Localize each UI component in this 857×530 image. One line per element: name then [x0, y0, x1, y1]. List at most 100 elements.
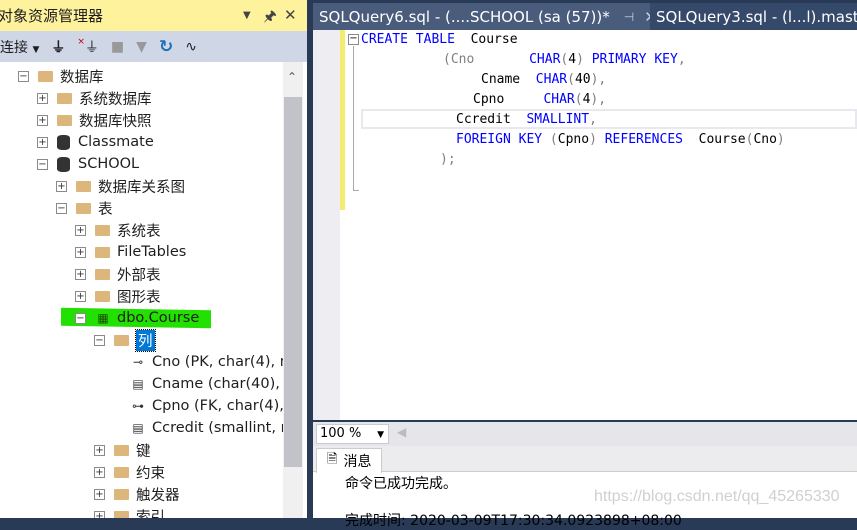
sql-editor[interactable]: − CREATE TABLE Course (Cno CHAR(4) PRIMAR…: [313, 30, 857, 420]
scroll-up-icon[interactable]: ⌃: [287, 70, 297, 84]
change-marker: [340, 30, 345, 210]
expand-toggle-icon[interactable]: +: [75, 224, 86, 236]
collapse-icon[interactable]: −: [348, 34, 359, 45]
message-line: 命令已成功完成。: [345, 476, 457, 492]
scroll-left-icon[interactable]: ◀: [397, 425, 406, 439]
tree-item[interactable]: + 图形表: [75, 285, 161, 307]
tree-item[interactable]: + 外部表: [75, 263, 161, 285]
refresh-icon[interactable]: ↻: [159, 37, 173, 57]
code-token: Course: [682, 132, 746, 147]
tree-item-label: 键: [136, 443, 151, 460]
connect-plug-icon[interactable]: ⏚: [51, 37, 65, 57]
object-explorer-panel: 对象资源管理器 ▼ 🖈 ✕ 连接 ▼ ⏚ ×⏚ ■ ▼ ↻ ∿ − 数据库 + 系统数…: [0, 0, 307, 518]
tree-item[interactable]: ▤ Ccredit (smallint, r: [130, 417, 283, 439]
tree-item[interactable]: − 表: [56, 197, 113, 219]
tab-sqlquery6[interactable]: SQLQuery6.sql - (....SCHOOL (sa (57))* ⊣…: [313, 3, 650, 30]
folder-icon: [57, 92, 72, 104]
expand-toggle-icon[interactable]: +: [94, 488, 105, 500]
expand-toggle-icon[interactable]: +: [37, 114, 48, 126]
close-icon[interactable]: ✕: [284, 6, 297, 24]
pin-icon[interactable]: 🖈: [263, 6, 277, 31]
tree-item[interactable]: + 系统数据库: [37, 87, 152, 109]
tree-item-label: Ccredit (smallint, r: [152, 420, 283, 436]
code-token: SMALLINT: [510, 112, 590, 127]
expand-toggle-icon[interactable]: +: [75, 268, 86, 280]
expand-toggle-icon[interactable]: +: [75, 290, 86, 302]
tree-item[interactable]: + Classmate: [37, 131, 154, 153]
code-token: 4: [568, 52, 577, 67]
tree-item-label: 索引: [136, 509, 165, 519]
tree-item[interactable]: + 索引: [94, 505, 165, 518]
vertical-scrollbar[interactable]: ⌃: [283, 62, 303, 518]
tree-item-label: Classmate: [78, 134, 154, 150]
collapse-toggle-icon[interactable]: −: [75, 312, 86, 324]
code-token: Cno: [753, 132, 777, 147]
tab-label: SQLQuery3.sql - (l...l).master: [656, 7, 857, 26]
code-line: CREATE TABLE Course: [361, 30, 518, 50]
code-token: (: [574, 92, 583, 107]
code-token: CREATE TABLE: [361, 32, 455, 47]
expand-toggle-icon[interactable]: +: [94, 444, 105, 456]
code-token: );: [440, 152, 456, 167]
expand-toggle-icon[interactable]: +: [37, 92, 48, 104]
code-token: Course: [454, 32, 518, 47]
zoom-select[interactable]: 100 % ▼: [316, 424, 389, 444]
tree-item[interactable]: − 列: [94, 328, 156, 352]
scroll-thumb[interactable]: [284, 97, 302, 467]
tree-item[interactable]: + 数据库快照: [37, 109, 152, 131]
tree-item-label: 系统表: [117, 223, 161, 240]
expand-toggle-icon[interactable]: +: [94, 466, 105, 478]
tree-item-label: 数据库关系图: [98, 179, 185, 196]
code-token: (Cno: [443, 52, 475, 67]
expand-toggle-icon[interactable]: +: [94, 510, 105, 518]
results-tabbar: 🗎 消息: [313, 446, 857, 473]
activity-monitor-icon[interactable]: ∿: [185, 39, 197, 55]
outline-end: [353, 190, 359, 191]
tree-item[interactable]: + 约束: [94, 461, 165, 483]
tree-item-label: 列: [135, 328, 156, 352]
stop-icon[interactable]: ■: [111, 39, 124, 55]
tree-item[interactable]: + 数据库关系图: [56, 175, 185, 197]
tree-item-label: 系统数据库: [79, 91, 152, 108]
collapse-toggle-icon[interactable]: −: [94, 334, 105, 346]
tree-item[interactable]: + FileTables: [75, 241, 186, 263]
tree-item[interactable]: − 数据库: [18, 65, 104, 87]
tree-item[interactable]: − SCHOOL: [37, 153, 139, 175]
collapse-toggle-icon[interactable]: −: [37, 158, 48, 170]
tree-item[interactable]: + 系统表: [75, 219, 161, 241]
code-token: ),: [590, 72, 607, 87]
code-token: Cname: [481, 72, 521, 87]
expand-toggle-icon[interactable]: +: [75, 246, 86, 258]
tree-item[interactable]: + 触发器: [94, 483, 180, 505]
tree-item[interactable]: ⊸ Cno (PK, char(4), n: [130, 351, 283, 373]
connect-button[interactable]: 连接 ▼: [0, 37, 39, 57]
tab-messages[interactable]: 🗎 消息: [316, 448, 382, 473]
tree-item-label: dbo.Course: [117, 310, 200, 326]
dropdown-icon[interactable]: ▼: [243, 10, 251, 21]
tree-item-label: SCHOOL: [78, 156, 140, 172]
code-line: FOREIGN KEY (Cpno) REFERENCES Course(Cno…: [456, 130, 785, 150]
pin-icon[interactable]: ⊣: [624, 10, 634, 24]
document-tabs: SQLQuery6.sql - (....SCHOOL (sa (57))* ⊣…: [313, 0, 857, 30]
message-line: 完成时间: 2020-03-09T17:30:34.0923898+08:00: [345, 513, 682, 529]
filter-icon[interactable]: ▼: [136, 39, 147, 55]
disconnect-plug-icon[interactable]: ×⏚: [77, 37, 99, 57]
chevron-down-icon: ▼: [377, 430, 384, 440]
folder-icon: [114, 510, 129, 518]
collapse-toggle-icon[interactable]: −: [18, 70, 29, 82]
object-tree: − 数据库 + 系统数据库 + 数据库快照 + Classmate − SCHOOL + 数据库关系图…: [0, 62, 283, 518]
primary-key-icon: ⊸: [132, 355, 144, 369]
folder-icon: [76, 202, 91, 214]
collapse-toggle-icon[interactable]: −: [56, 202, 67, 214]
expand-toggle-icon[interactable]: +: [37, 136, 48, 148]
code-token: ): [589, 132, 597, 147]
tree-item[interactable]: ⊶ Cpno (FK, char(4),: [130, 395, 283, 417]
code-token: Cpno: [557, 132, 590, 147]
tree-item[interactable]: + 键: [94, 439, 151, 461]
code-token: ): [576, 52, 584, 67]
tab-sqlquery3[interactable]: SQLQuery3.sql - (l...l).master: [650, 3, 857, 30]
expand-toggle-icon[interactable]: +: [56, 180, 67, 192]
code-token: CHAR: [504, 92, 575, 107]
tree-item[interactable]: − ▦ dbo.Course: [61, 307, 211, 329]
tree-item[interactable]: ▤ Cname (char(40), r: [130, 373, 283, 395]
